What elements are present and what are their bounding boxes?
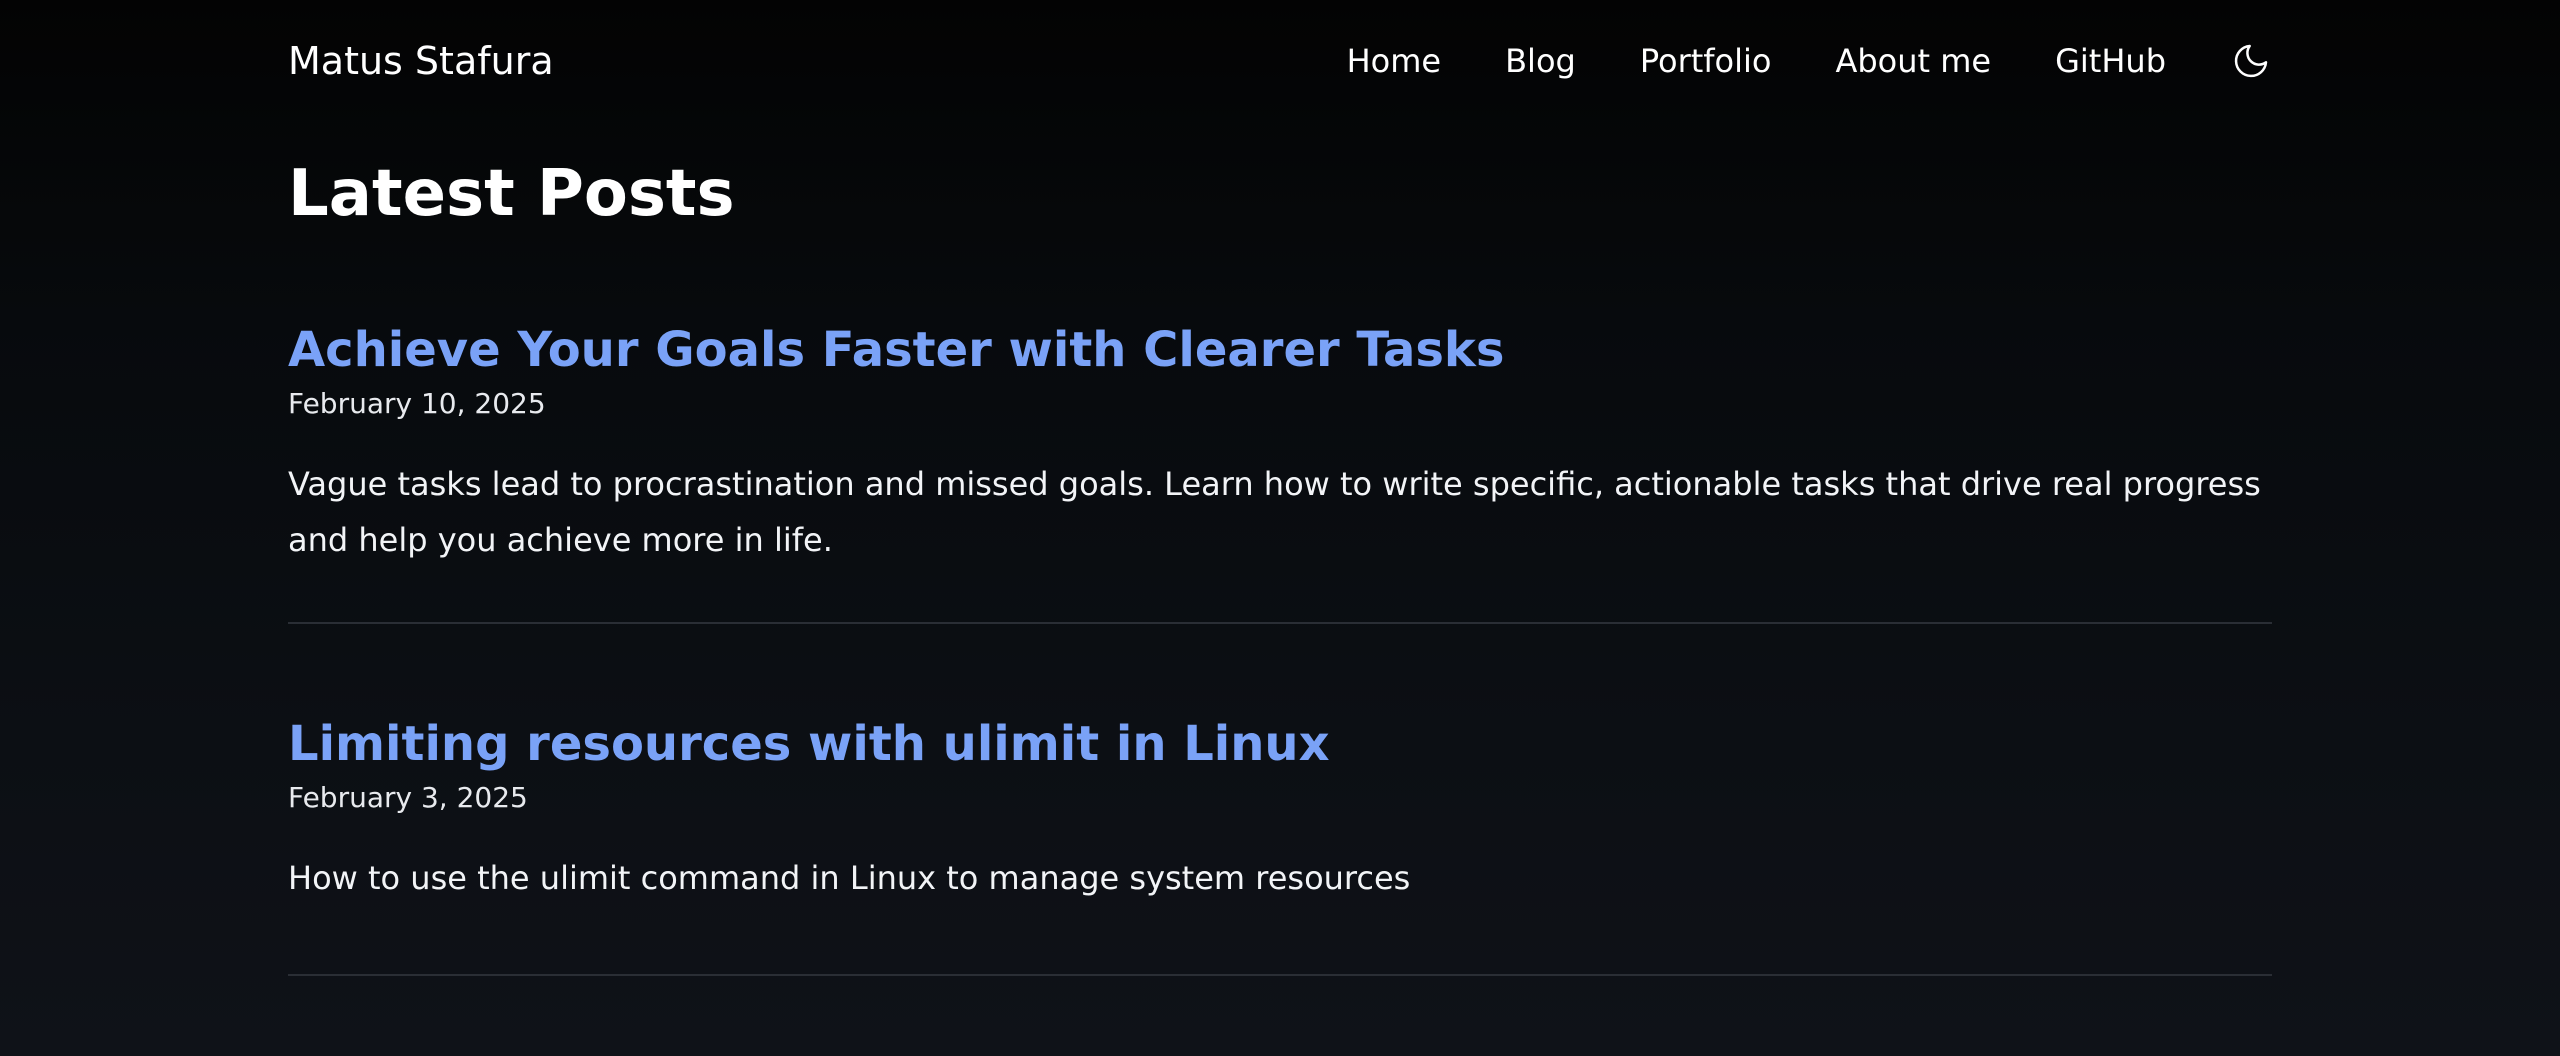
post-summary: How to use the ulimit command in Linux t… [288, 859, 1411, 897]
post-summary: Vague tasks lead to procrastination and … [288, 465, 2261, 559]
post-title-link[interactable]: Limiting resources with ulimit in Linux [288, 710, 2272, 778]
post-date: February 3, 2025 [288, 781, 528, 814]
nav-home-link[interactable]: Home [1347, 38, 1442, 84]
nav-about-link[interactable]: About me [1835, 38, 1991, 84]
moon-icon [2234, 44, 2268, 78]
nav-github-link[interactable]: GitHub [2055, 38, 2166, 84]
main-nav: Home Blog Portfolio About me GitHub [1347, 38, 2272, 84]
nav-portfolio-link[interactable]: Portfolio [1640, 38, 1772, 84]
post-item: Achieve Your Goals Faster with Clearer T… [288, 316, 2272, 624]
post-title-link[interactable]: Achieve Your Goals Faster with Clearer T… [288, 316, 2272, 384]
site-brand-link[interactable]: Matus Stafura [288, 38, 554, 84]
theme-toggle-button[interactable] [2230, 40, 2272, 82]
post-date: February 10, 2025 [288, 387, 546, 420]
page-container: Matus Stafura Home Blog Portfolio About … [288, 0, 2272, 1056]
site-header: Matus Stafura Home Blog Portfolio About … [288, 0, 2272, 122]
post-list: Achieve Your Goals Faster with Clearer T… [288, 316, 2272, 976]
page-title: Latest Posts [288, 157, 735, 231]
post-item: Limiting resources with ulimit in Linux … [288, 710, 2272, 976]
nav-blog-link[interactable]: Blog [1505, 38, 1576, 84]
